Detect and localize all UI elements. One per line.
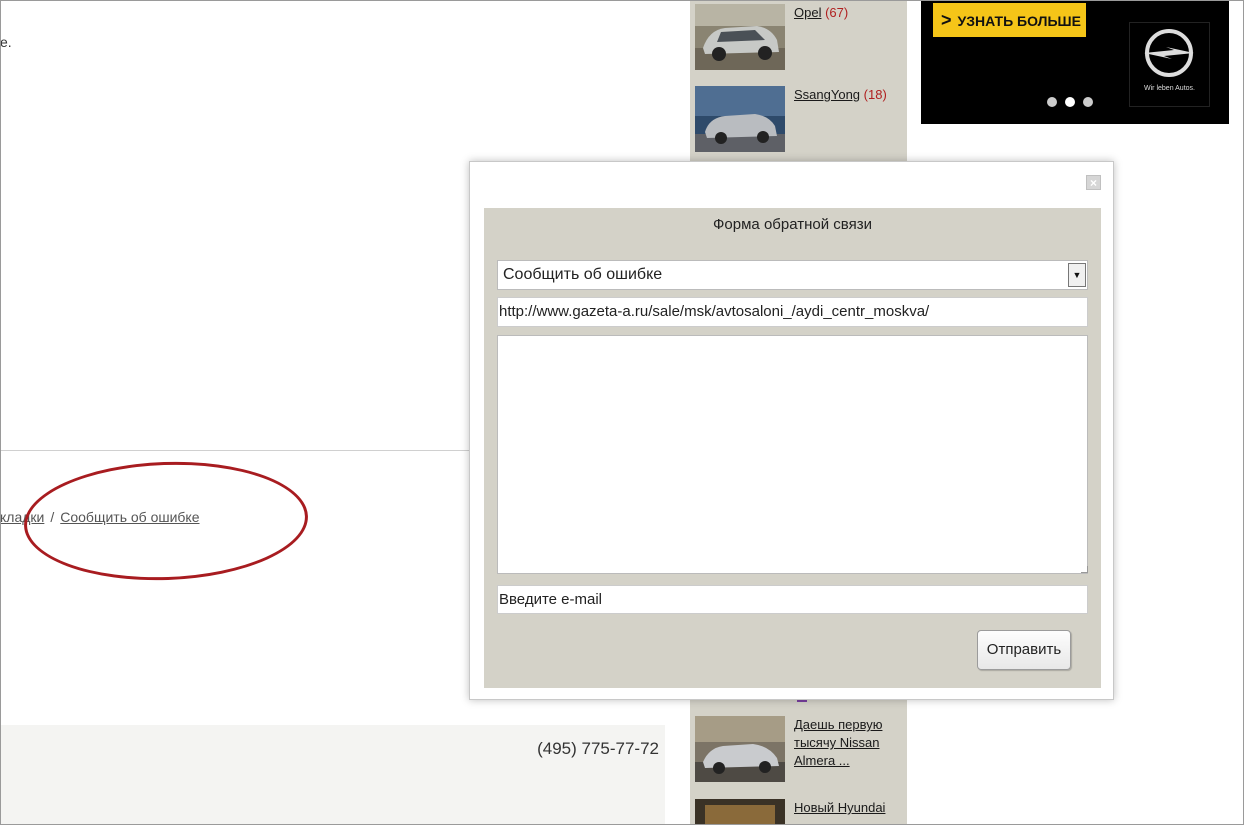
message-textarea[interactable] [497, 335, 1088, 574]
subject-select-value: Сообщить об ошибке [503, 266, 663, 283]
car-thumbnail[interactable] [695, 716, 785, 782]
form-title: Форма обратной связи [713, 216, 872, 233]
car-link: SsangYong (18) [794, 86, 902, 104]
car-count: (18) [863, 87, 887, 102]
car-name-link[interactable]: Новый Hyundai [794, 800, 885, 815]
carousel-dot[interactable] [1047, 97, 1057, 107]
footer-bar: (495) 775-77-72 [0, 725, 665, 825]
feedback-modal: × Форма обратной связи Сообщить об ошибк… [469, 161, 1114, 700]
opel-logo: Wir leben Autos. [1129, 22, 1210, 107]
ad-tagline: Wir leben Autos. [1144, 85, 1195, 92]
truncated-text: e. [0, 34, 12, 50]
car-link: Opel (67) [794, 4, 902, 22]
car-thumbnail[interactable] [695, 86, 785, 152]
carousel-dot[interactable] [1083, 97, 1093, 107]
ad-button-label: УЗНАТЬ БОЛЬШЕ [957, 13, 1081, 29]
car-link: Даешь первую тысячу Nissan Almera ... [794, 716, 902, 770]
chevron-right-icon: > [941, 10, 952, 30]
highlight-ellipse [22, 457, 310, 585]
chevron-down-icon[interactable]: ▼ [1068, 263, 1086, 287]
car-name-link[interactable]: Opel [794, 5, 821, 20]
car-name-link[interactable]: SsangYong [794, 87, 860, 102]
car-thumbnail[interactable] [695, 4, 785, 70]
subject-select[interactable]: Сообщить об ошибке ▼ [497, 260, 1088, 290]
close-icon[interactable]: × [1086, 175, 1101, 190]
email-field[interactable]: Введите e-mail [497, 585, 1088, 614]
carousel-dot-active[interactable] [1065, 97, 1075, 107]
divider [0, 450, 470, 451]
link-underline-fragment [797, 700, 807, 702]
footer-phone: (495) 775-77-72 [537, 739, 659, 758]
opel-ad-banner[interactable]: > УЗНАТЬ БОЛЬШЕ Wir leben Autos. [921, 1, 1229, 124]
car-name-link[interactable]: Даешь первую тысячу Nissan Almera ... [794, 717, 882, 768]
page-url-field[interactable]: http://www.gazeta-a.ru/sale/msk/avtosalo… [497, 297, 1088, 327]
opel-logo-icon [1144, 29, 1194, 77]
car-thumbnail[interactable] [695, 799, 785, 825]
resize-handle-icon[interactable] [1081, 566, 1088, 573]
submit-button[interactable]: Отправить [977, 630, 1071, 670]
car-count: (67) [825, 5, 849, 20]
feedback-form: Форма обратной связи Сообщить об ошибке … [484, 208, 1101, 688]
ad-learn-more-button[interactable]: > УЗНАТЬ БОЛЬШЕ [933, 3, 1086, 37]
car-link: Новый Hyundai [794, 799, 902, 817]
ad-carousel-dots[interactable] [1047, 94, 1101, 112]
